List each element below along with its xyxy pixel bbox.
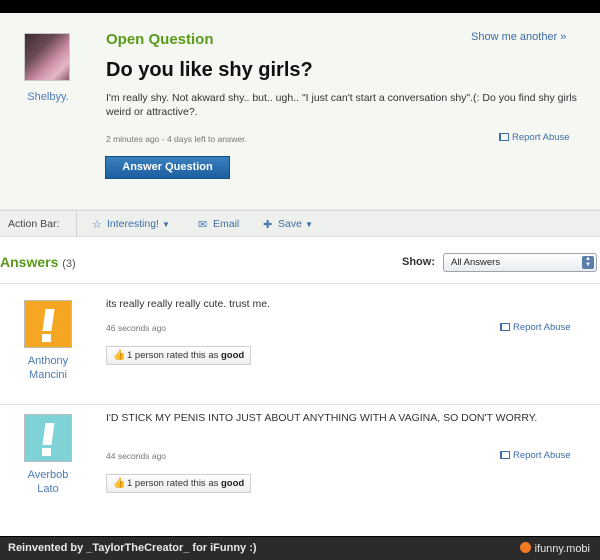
rating-badge: 👍 1 person rated this as good: [106, 346, 252, 365]
question-body: I'm really shy. Not akward shy.. but.. u…: [106, 92, 577, 118]
avatar-glyph: [42, 309, 55, 331]
answer-report-abuse-link[interactable]: Report Abuse: [500, 322, 571, 333]
question-meta: 2 minutes ago - 4 days left to answer.: [106, 134, 247, 144]
report-abuse-label: Report Abuse: [513, 322, 571, 333]
show-filter-label: Show:: [402, 256, 435, 268]
footer-credit: Reinvented by _TaylorTheCreator_ for iFu…: [8, 542, 257, 554]
asker-avatar[interactable]: [24, 33, 70, 81]
select-arrows-icon: ▲ ▼: [582, 256, 594, 269]
email-button[interactable]: ✉ Email: [198, 218, 240, 231]
chevron-down-icon: ▼: [161, 220, 170, 229]
answers-page: Shelbyy. Open Question Show me another »…: [0, 13, 600, 536]
question-panel: Shelbyy. Open Question Show me another »…: [0, 13, 600, 210]
interesting-button[interactable]: ☆ Interesting! ▼: [92, 218, 170, 231]
divider: [0, 283, 600, 284]
answer-question-button[interactable]: Answer Question: [105, 156, 230, 179]
flag-icon: [500, 451, 510, 459]
thumbs-up-icon: 👍: [113, 478, 126, 489]
plus-icon: ✚: [263, 219, 273, 231]
answerer-avatar[interactable]: [24, 414, 72, 462]
answer-time: 44 seconds ago: [106, 451, 167, 461]
answer-text: its really really really cute. trust me.: [106, 298, 270, 310]
report-abuse-label: Report Abuse: [512, 132, 570, 143]
rating-value: good: [221, 478, 245, 489]
watermark-footer: Reinvented by _TaylorTheCreator_ for iFu…: [0, 537, 600, 560]
envelope-icon: ✉: [198, 219, 208, 231]
answerer-avatar[interactable]: [24, 300, 72, 348]
flag-icon: [499, 133, 509, 141]
question-type-label: Open Question: [106, 31, 214, 48]
save-button[interactable]: ✚ Save ▼: [263, 218, 313, 231]
avatar-glyph-dot: [42, 334, 51, 342]
action-bar-label: Action Bar:: [8, 218, 60, 230]
answer-time: 46 seconds ago: [106, 323, 167, 333]
question-report-abuse-link[interactable]: Report Abuse: [499, 132, 570, 143]
question-title: Do you like shy girls?: [106, 59, 313, 81]
flag-icon: [500, 323, 510, 331]
save-label: Save: [278, 218, 302, 230]
footer-site: ifunny.mobi: [519, 542, 590, 555]
answer-text: I'D STICK MY PENIS INTO JUST ABOUT ANYTH…: [106, 412, 538, 424]
answers-heading: Answers (3): [0, 254, 76, 270]
divider: [0, 404, 600, 405]
answers-count: (3): [62, 258, 76, 270]
action-bar-divider: [76, 211, 77, 237]
ifunny-logo-icon: [519, 542, 531, 553]
footer-site-label: ifunny.mobi: [534, 543, 590, 555]
answer-report-abuse-link[interactable]: Report Abuse: [500, 450, 571, 461]
answerer-name-link[interactable]: Averbob Lato: [18, 468, 78, 496]
answerer-name-link[interactable]: Anthony Mancini: [18, 354, 78, 382]
asker-name-link[interactable]: Shelbyy.: [20, 91, 76, 103]
answers-title: Answers: [0, 254, 59, 270]
thumbs-up-icon: 👍: [113, 350, 126, 361]
show-filter-value: All Answers: [451, 257, 501, 268]
avatar-glyph-dot: [42, 448, 51, 456]
rating-text: 1 person rated this as: [127, 350, 219, 361]
email-label: Email: [213, 218, 240, 230]
avatar-glyph: [42, 423, 55, 445]
show-filter-select[interactable]: All Answers ▲ ▼: [443, 253, 597, 272]
interesting-label: Interesting!: [107, 218, 159, 230]
rating-value: good: [221, 350, 245, 361]
chevron-down-icon: ▼: [304, 220, 313, 229]
show-another-link[interactable]: Show me another »: [471, 31, 566, 43]
top-black-bar: [0, 0, 600, 13]
star-icon: ☆: [92, 219, 102, 231]
rating-text: 1 person rated this as: [127, 478, 219, 489]
action-bar: Action Bar: ☆ Interesting! ▼ ✉ Email ✚ Save ▼: [0, 210, 600, 237]
rating-badge: 👍 1 person rated this as good: [106, 474, 252, 493]
report-abuse-label: Report Abuse: [513, 450, 571, 461]
